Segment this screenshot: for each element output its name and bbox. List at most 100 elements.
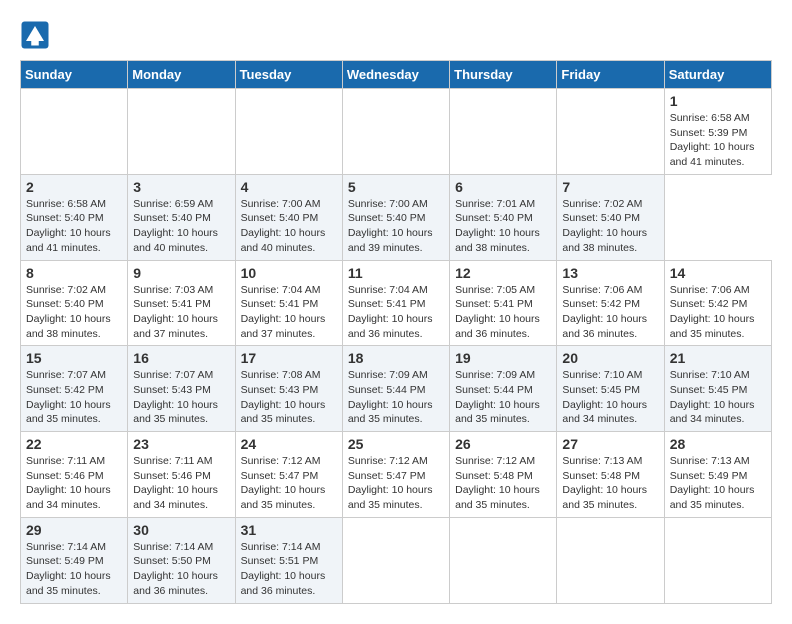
calendar-cell: 31 Sunrise: 7:14 AMSunset: 5:51 PMDaylig…: [235, 517, 342, 603]
calendar-cell: 12 Sunrise: 7:05 AMSunset: 5:41 PMDaylig…: [450, 260, 557, 346]
calendar-cell: [664, 517, 771, 603]
day-number: 23: [133, 436, 229, 452]
cell-info: Sunrise: 7:12 AMSunset: 5:47 PMDaylight:…: [241, 454, 337, 513]
cell-info: Sunrise: 7:14 AMSunset: 5:50 PMDaylight:…: [133, 540, 229, 599]
cell-info: Sunrise: 7:08 AMSunset: 5:43 PMDaylight:…: [241, 368, 337, 427]
calendar-cell: 3 Sunrise: 6:59 AMSunset: 5:40 PMDayligh…: [128, 174, 235, 260]
cell-info: Sunrise: 7:14 AMSunset: 5:49 PMDaylight:…: [26, 540, 122, 599]
calendar-cell: 19 Sunrise: 7:09 AMSunset: 5:44 PMDaylig…: [450, 346, 557, 432]
day-header-wednesday: Wednesday: [342, 61, 449, 89]
day-number: 28: [670, 436, 766, 452]
calendar-cell: 11 Sunrise: 7:04 AMSunset: 5:41 PMDaylig…: [342, 260, 449, 346]
day-number: 22: [26, 436, 122, 452]
day-header-thursday: Thursday: [450, 61, 557, 89]
calendar-week-row: 2 Sunrise: 6:58 AMSunset: 5:40 PMDayligh…: [21, 174, 772, 260]
calendar-cell: 7 Sunrise: 7:02 AMSunset: 5:40 PMDayligh…: [557, 174, 664, 260]
day-header-tuesday: Tuesday: [235, 61, 342, 89]
empty-cell: [557, 89, 664, 175]
day-number: 25: [348, 436, 444, 452]
day-number: 13: [562, 265, 658, 281]
cell-info: Sunrise: 7:13 AMSunset: 5:49 PMDaylight:…: [670, 454, 766, 513]
calendar-cell: 1 Sunrise: 6:58 AMSunset: 5:39 PMDayligh…: [664, 89, 771, 175]
cell-info: Sunrise: 7:09 AMSunset: 5:44 PMDaylight:…: [455, 368, 551, 427]
calendar-cell: 28 Sunrise: 7:13 AMSunset: 5:49 PMDaylig…: [664, 432, 771, 518]
calendar-cell: 22 Sunrise: 7:11 AMSunset: 5:46 PMDaylig…: [21, 432, 128, 518]
cell-info: Sunrise: 7:00 AMSunset: 5:40 PMDaylight:…: [241, 197, 337, 256]
calendar-cell: 23 Sunrise: 7:11 AMSunset: 5:46 PMDaylig…: [128, 432, 235, 518]
day-number: 15: [26, 350, 122, 366]
empty-cell: [21, 89, 128, 175]
logo: [20, 20, 52, 50]
calendar-cell: 8 Sunrise: 7:02 AMSunset: 5:40 PMDayligh…: [21, 260, 128, 346]
cell-info: Sunrise: 7:11 AMSunset: 5:46 PMDaylight:…: [133, 454, 229, 513]
day-number: 20: [562, 350, 658, 366]
cell-info: Sunrise: 7:12 AMSunset: 5:47 PMDaylight:…: [348, 454, 444, 513]
cell-info: Sunrise: 7:10 AMSunset: 5:45 PMDaylight:…: [562, 368, 658, 427]
day-number: 21: [670, 350, 766, 366]
cell-info: Sunrise: 7:01 AMSunset: 5:40 PMDaylight:…: [455, 197, 551, 256]
day-number: 29: [26, 522, 122, 538]
calendar-cell: 24 Sunrise: 7:12 AMSunset: 5:47 PMDaylig…: [235, 432, 342, 518]
day-number: 5: [348, 179, 444, 195]
cell-info: Sunrise: 7:10 AMSunset: 5:45 PMDaylight:…: [670, 368, 766, 427]
cell-info: Sunrise: 7:05 AMSunset: 5:41 PMDaylight:…: [455, 283, 551, 342]
day-header-saturday: Saturday: [664, 61, 771, 89]
day-number: 14: [670, 265, 766, 281]
calendar-cell: 17 Sunrise: 7:08 AMSunset: 5:43 PMDaylig…: [235, 346, 342, 432]
calendar-header-row: SundayMondayTuesdayWednesdayThursdayFrid…: [21, 61, 772, 89]
calendar-cell: 5 Sunrise: 7:00 AMSunset: 5:40 PMDayligh…: [342, 174, 449, 260]
day-number: 10: [241, 265, 337, 281]
day-number: 31: [241, 522, 337, 538]
day-number: 12: [455, 265, 551, 281]
day-header-friday: Friday: [557, 61, 664, 89]
day-number: 1: [670, 93, 766, 109]
calendar-cell: 25 Sunrise: 7:12 AMSunset: 5:47 PMDaylig…: [342, 432, 449, 518]
cell-info: Sunrise: 7:09 AMSunset: 5:44 PMDaylight:…: [348, 368, 444, 427]
cell-info: Sunrise: 6:58 AMSunset: 5:39 PMDaylight:…: [670, 111, 766, 170]
day-number: 19: [455, 350, 551, 366]
cell-info: Sunrise: 7:02 AMSunset: 5:40 PMDaylight:…: [562, 197, 658, 256]
day-number: 4: [241, 179, 337, 195]
cell-info: Sunrise: 7:07 AMSunset: 5:43 PMDaylight:…: [133, 368, 229, 427]
calendar-week-row: 8 Sunrise: 7:02 AMSunset: 5:40 PMDayligh…: [21, 260, 772, 346]
logo-icon: [20, 20, 50, 50]
calendar-cell: 10 Sunrise: 7:04 AMSunset: 5:41 PMDaylig…: [235, 260, 342, 346]
cell-info: Sunrise: 7:11 AMSunset: 5:46 PMDaylight:…: [26, 454, 122, 513]
calendar-cell: 16 Sunrise: 7:07 AMSunset: 5:43 PMDaylig…: [128, 346, 235, 432]
day-number: 16: [133, 350, 229, 366]
calendar-cell: [450, 517, 557, 603]
calendar-week-row: 15 Sunrise: 7:07 AMSunset: 5:42 PMDaylig…: [21, 346, 772, 432]
empty-cell: [128, 89, 235, 175]
cell-info: Sunrise: 6:59 AMSunset: 5:40 PMDaylight:…: [133, 197, 229, 256]
cell-info: Sunrise: 7:07 AMSunset: 5:42 PMDaylight:…: [26, 368, 122, 427]
day-number: 27: [562, 436, 658, 452]
day-number: 17: [241, 350, 337, 366]
empty-cell: [235, 89, 342, 175]
day-number: 24: [241, 436, 337, 452]
page-header: [20, 20, 772, 50]
empty-cell: [342, 89, 449, 175]
calendar-cell: 20 Sunrise: 7:10 AMSunset: 5:45 PMDaylig…: [557, 346, 664, 432]
cell-info: Sunrise: 7:03 AMSunset: 5:41 PMDaylight:…: [133, 283, 229, 342]
cell-info: Sunrise: 6:58 AMSunset: 5:40 PMDaylight:…: [26, 197, 122, 256]
day-number: 8: [26, 265, 122, 281]
calendar-cell: 6 Sunrise: 7:01 AMSunset: 5:40 PMDayligh…: [450, 174, 557, 260]
calendar-table: SundayMondayTuesdayWednesdayThursdayFrid…: [20, 60, 772, 604]
calendar-cell: 2 Sunrise: 6:58 AMSunset: 5:40 PMDayligh…: [21, 174, 128, 260]
day-number: 3: [133, 179, 229, 195]
calendar-cell: [342, 517, 449, 603]
calendar-week-row: 22 Sunrise: 7:11 AMSunset: 5:46 PMDaylig…: [21, 432, 772, 518]
day-number: 11: [348, 265, 444, 281]
cell-info: Sunrise: 7:06 AMSunset: 5:42 PMDaylight:…: [562, 283, 658, 342]
cell-info: Sunrise: 7:06 AMSunset: 5:42 PMDaylight:…: [670, 283, 766, 342]
calendar-cell: 13 Sunrise: 7:06 AMSunset: 5:42 PMDaylig…: [557, 260, 664, 346]
day-number: 18: [348, 350, 444, 366]
cell-info: Sunrise: 7:04 AMSunset: 5:41 PMDaylight:…: [241, 283, 337, 342]
calendar-week-row: 1 Sunrise: 6:58 AMSunset: 5:39 PMDayligh…: [21, 89, 772, 175]
day-number: 2: [26, 179, 122, 195]
day-number: 6: [455, 179, 551, 195]
cell-info: Sunrise: 7:00 AMSunset: 5:40 PMDaylight:…: [348, 197, 444, 256]
calendar-week-row: 29 Sunrise: 7:14 AMSunset: 5:49 PMDaylig…: [21, 517, 772, 603]
calendar-cell: 27 Sunrise: 7:13 AMSunset: 5:48 PMDaylig…: [557, 432, 664, 518]
empty-cell: [450, 89, 557, 175]
